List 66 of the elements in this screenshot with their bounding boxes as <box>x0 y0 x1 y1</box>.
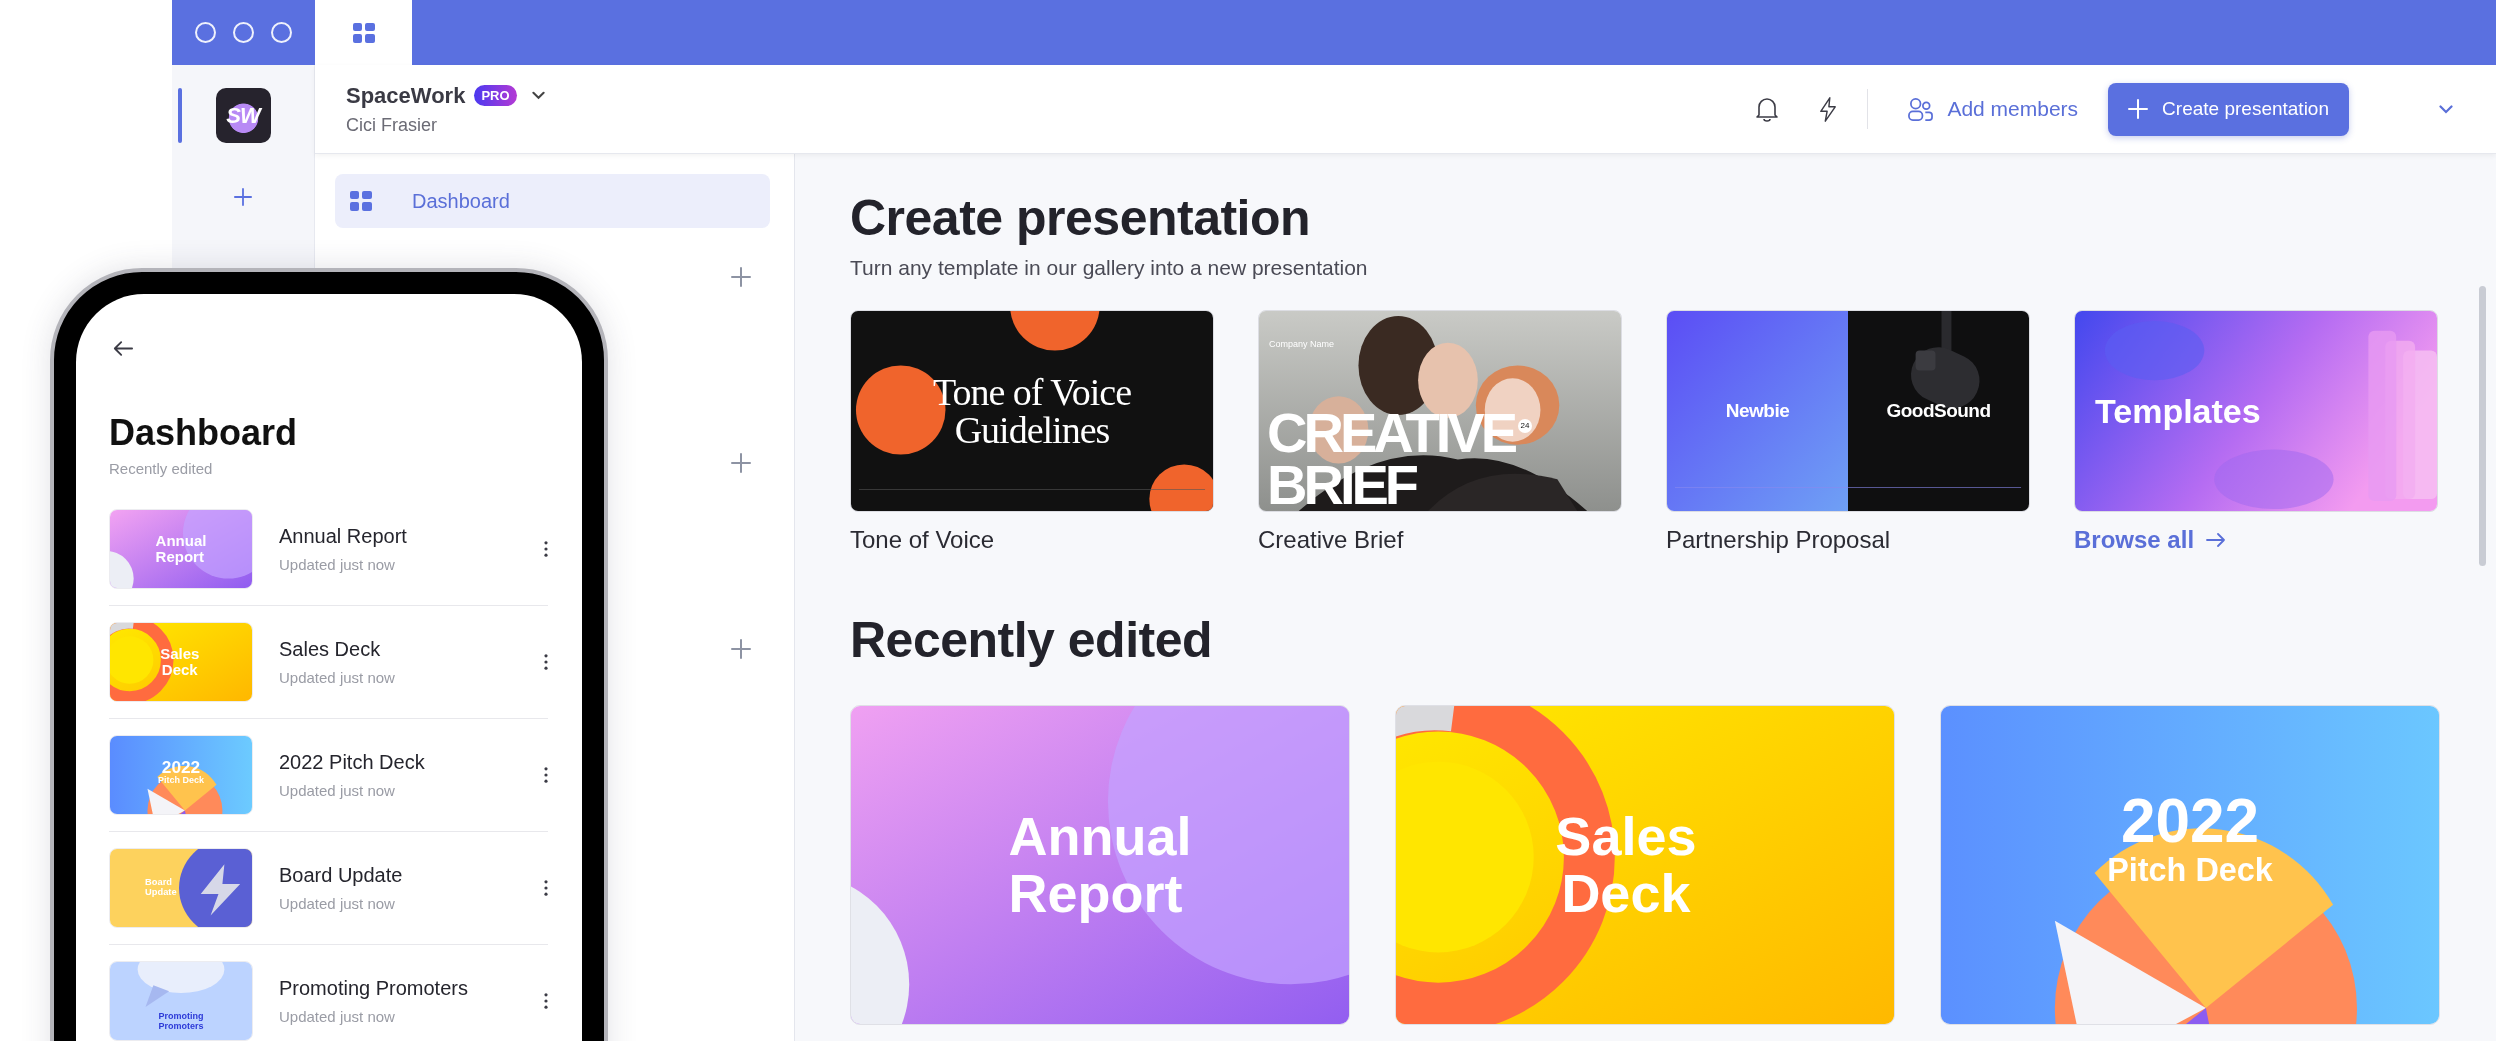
slide-thumbnail[interactable]: Company Name CREATIVE BRIEF 24 <box>1258 309 1622 512</box>
slide-title: Sales Deck <box>160 646 200 678</box>
template-name: Creative Brief <box>1258 525 1405 554</box>
chevron-down-icon[interactable] <box>2439 104 2453 114</box>
grid-icon <box>350 191 372 211</box>
slide-title: Promoting Promoters <box>158 1012 204 1032</box>
template-name: Partnership Proposal <box>1666 525 1892 554</box>
updated-time: Updated just now <box>279 1008 396 1025</box>
slide-thumbnail[interactable]: Annual Report <box>850 705 1350 1025</box>
section-title: Recently edited <box>850 611 1214 669</box>
screen-title: Dashboard <box>109 412 299 454</box>
screen-subtitle: Recently edited <box>109 460 214 477</box>
window-control[interactable] <box>195 22 216 43</box>
back-arrow-icon[interactable] <box>113 340 133 357</box>
slide-title: Annual Report <box>1008 808 1192 922</box>
slide-thumbnail[interactable]: Templates <box>2074 309 2438 512</box>
slide-title: Board Update <box>145 878 177 898</box>
slide-title: GoodSound <box>1885 398 1992 423</box>
presentation-title[interactable]: 2022 Pitch Deck <box>279 751 425 774</box>
presentation-title[interactable]: Board Update <box>279 864 403 887</box>
updated-time: Updated just now <box>279 556 396 573</box>
plus-icon[interactable] <box>731 267 751 287</box>
slide-title: Templates <box>2095 393 2261 428</box>
grid-icon <box>352 22 375 43</box>
presentation-title[interactable]: Promoting Promoters <box>279 977 468 1000</box>
chevron-down-icon[interactable] <box>531 91 545 100</box>
window-control[interactable] <box>233 22 254 43</box>
active-indicator <box>178 88 182 143</box>
presentation-title[interactable]: Sales Deck <box>279 638 381 661</box>
slide-thumbnail[interactable]: Newbie GoodSound <box>1666 309 2030 512</box>
people-icon <box>1908 96 1934 122</box>
updated-time: Updated just now <box>279 669 396 686</box>
more-options-icon[interactable] <box>544 654 548 670</box>
more-options-icon[interactable] <box>544 993 548 1009</box>
window-control[interactable] <box>271 22 292 43</box>
sidebar-item[interactable]: Dashboard <box>335 174 770 228</box>
plus-icon[interactable] <box>731 453 751 473</box>
user-name: Cici Frasier <box>346 114 438 136</box>
bell-icon[interactable] <box>1755 96 1780 122</box>
slide-thumbnail[interactable]: Promoting Promoters <box>109 961 253 1041</box>
arrow-right-icon <box>2206 532 2227 547</box>
scrollbar-thumb[interactable] <box>2479 286 2486 566</box>
lightning-icon[interactable] <box>1819 95 1838 123</box>
dashboard-tab[interactable] <box>315 0 412 65</box>
section-subtitle: Turn any template in our gallery into a new presentation <box>850 255 1369 280</box>
plan-badge: PRO <box>474 85 517 106</box>
browse-all-link[interactable]: Browse all <box>2074 525 2227 554</box>
slide-title: Sales Deck <box>1555 808 1697 922</box>
add-members-button[interactable]: Add members <box>1908 96 2079 122</box>
plus-icon[interactable] <box>234 188 252 206</box>
slide-title: Annual Report <box>155 533 207 565</box>
updated-time: Updated just now <box>279 782 396 799</box>
updated-time: Updated just now <box>279 895 396 912</box>
slide-thumbnail[interactable]: Annual Report <box>109 509 253 589</box>
create-presentation-button[interactable]: Create presentation <box>2108 82 2349 136</box>
presentation-title[interactable]: Annual Report <box>279 525 407 548</box>
plus-icon[interactable] <box>731 639 751 659</box>
section-title: Create presentation <box>850 190 1312 248</box>
slide-caption: Company Name <box>1269 338 1335 349</box>
slide-title: Newbie <box>1724 398 1791 423</box>
template-name: Tone of Voice <box>850 525 996 554</box>
more-options-icon[interactable] <box>544 767 548 783</box>
workspace-name: SpaceWork <box>346 82 466 109</box>
slide-title: CREATIVE BRIEF <box>1267 407 1514 511</box>
more-options-icon[interactable] <box>544 541 548 557</box>
more-options-icon[interactable] <box>544 880 548 896</box>
